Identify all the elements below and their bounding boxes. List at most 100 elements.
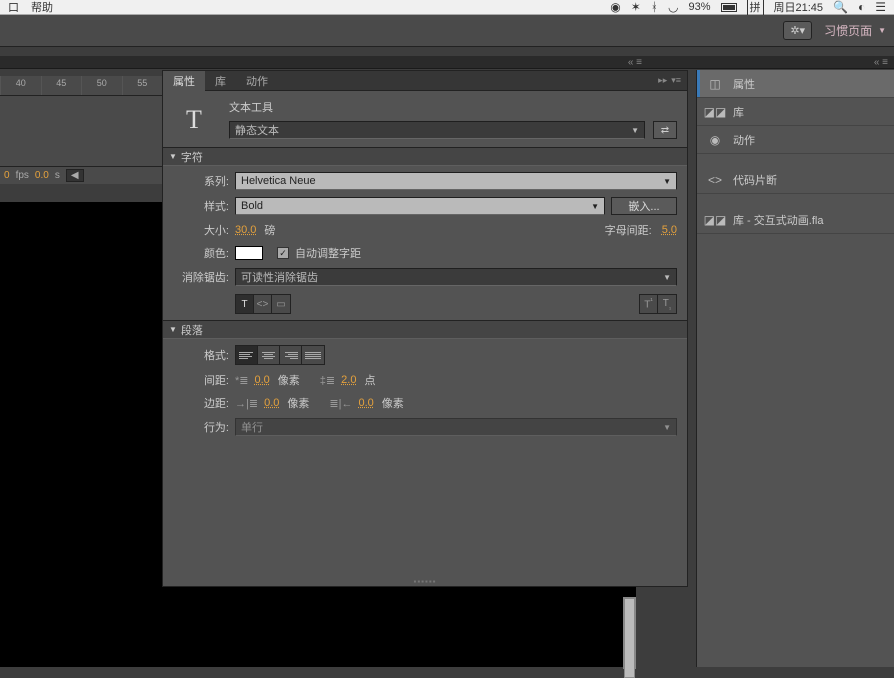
gear-button[interactable]: ✲▾ xyxy=(783,21,812,40)
margin-right-value[interactable]: 0.0 xyxy=(358,397,373,409)
color-swatch[interactable] xyxy=(235,246,263,260)
para-section-header[interactable]: ▼ 段落 xyxy=(163,320,687,339)
subscript-button[interactable]: T₁ xyxy=(658,295,676,313)
leading-value[interactable]: 2.0 xyxy=(341,374,356,386)
panel-tabs: 属性 库 动作 ▸▸ ▾≡ xyxy=(163,71,687,91)
border-toggle[interactable]: ▭ xyxy=(272,295,290,313)
time-value[interactable]: 0.0 xyxy=(35,170,49,181)
superscript-button[interactable]: T¹ xyxy=(640,295,658,313)
chevron-down-icon: ▼ xyxy=(591,202,599,211)
font-family-value: Helvetica Neue xyxy=(241,175,316,187)
chevron-down-icon: ▼ xyxy=(878,26,886,35)
behavior-dropdown[interactable]: 单行 ▼ xyxy=(235,418,677,436)
stage-scroll-thumb[interactable] xyxy=(624,598,635,678)
char-section-header[interactable]: ▼ 字符 xyxy=(163,147,687,166)
workspace-dropdown[interactable]: 习惯页面 ▼ xyxy=(824,22,886,39)
right-sidebar: ◫ 属性 ◪◪ 库 ◉ 动作 <> 代码片断 ◪◪ 库 - 交互式动画.fla xyxy=(696,70,894,667)
html-render-toggle[interactable]: <> xyxy=(254,295,272,313)
battery-icon[interactable] xyxy=(721,3,737,12)
tab-library[interactable]: 库 xyxy=(205,71,236,91)
margin-left-unit: 像素 xyxy=(287,395,309,411)
chevron-down-icon: ▼ xyxy=(663,273,671,282)
fps-value[interactable]: 0 xyxy=(4,170,10,181)
autokern-checkbox[interactable]: ✓ xyxy=(277,247,289,259)
indent-value[interactable]: 0.0 xyxy=(255,374,270,386)
align-center-button[interactable] xyxy=(258,346,280,364)
align-justify-button[interactable] xyxy=(302,346,324,364)
align-left-button[interactable] xyxy=(236,346,258,364)
antialias-label: 消除锯齿: xyxy=(173,269,229,285)
align-right-button[interactable] xyxy=(280,346,302,364)
sidebar-item-label: 代码片断 xyxy=(733,172,777,188)
cc-icon[interactable]: ◉ xyxy=(610,0,620,14)
siri-icon[interactable]: ◐ xyxy=(858,0,865,14)
timeline-flap[interactable]: « ≡ xyxy=(0,56,648,69)
sidebar-item-label: 属性 xyxy=(733,76,755,92)
superscript-icon: T¹ xyxy=(644,298,652,310)
behavior-value: 单行 xyxy=(241,419,263,435)
size-unit: 磅 xyxy=(264,222,275,238)
leading-icon: ‡≣ xyxy=(320,374,335,387)
tab-actions[interactable]: 动作 xyxy=(236,71,278,91)
notification-icon[interactable]: ☰ xyxy=(875,0,886,14)
ime-indicator[interactable]: 拼 xyxy=(747,0,764,16)
embed-button[interactable]: 嵌入... xyxy=(611,197,677,215)
timeline-panel: 40 45 50 55 0 fps 0.0 s ◀ xyxy=(0,76,162,184)
font-style-dropdown[interactable]: Bold ▼ xyxy=(235,197,605,215)
margin-right-unit: 像素 xyxy=(382,395,404,411)
text-selectable-icon: T xyxy=(241,299,247,310)
actions-icon: ◉ xyxy=(707,132,723,148)
font-size-value[interactable]: 30.0 xyxy=(235,224,256,236)
antialias-value: 可读性消除锯齿 xyxy=(241,269,318,285)
doc-library-icon: ◪◪ xyxy=(707,212,723,228)
chevron-down-icon: ▼ xyxy=(663,423,671,432)
panel-resize-grip[interactable]: ▪▪▪▪▪▪ xyxy=(405,579,445,584)
text-type-dropdown[interactable]: 静态文本 ▼ xyxy=(229,121,645,139)
margin-label: 边距: xyxy=(173,395,229,411)
window-menu[interactable]: 口 xyxy=(8,0,19,15)
ruler-mark: 45 xyxy=(41,76,82,95)
sidebar-item-code-snippets[interactable]: <> 代码片断 xyxy=(697,166,894,194)
selectable-toggle[interactable]: T xyxy=(236,295,254,313)
timeline-status: 0 fps 0.0 s ◀ xyxy=(0,166,162,184)
ruler-mark: 40 xyxy=(0,76,41,95)
margin-left-value[interactable]: 0.0 xyxy=(264,397,279,409)
tracking-value[interactable]: 5.0 xyxy=(662,224,677,236)
timeline-scroll-left[interactable]: ◀ xyxy=(66,169,84,182)
sidebar-item-label: 库 xyxy=(733,104,744,120)
code-snippets-icon: <> xyxy=(707,172,723,188)
text-direction-button[interactable]: ⇄ xyxy=(653,121,677,139)
sidebar-item-doc-library[interactable]: ◪◪ 库 - 交互式动画.fla xyxy=(697,206,894,234)
disclosure-triangle-icon: ▼ xyxy=(169,325,177,334)
timeline-ruler[interactable]: 40 45 50 55 xyxy=(0,76,162,96)
panel-expand-icon[interactable]: ▸▸ xyxy=(658,75,667,86)
clock[interactable]: 周日21:45 xyxy=(774,0,824,15)
antialias-dropdown[interactable]: 可读性消除锯齿 ▼ xyxy=(235,268,677,286)
sidebar-item-properties[interactable]: ◫ 属性 xyxy=(697,70,894,98)
timeline-body[interactable] xyxy=(0,96,162,166)
sidebar-item-library[interactable]: ◪◪ 库 xyxy=(697,98,894,126)
tool-title: 文本工具 xyxy=(229,99,677,115)
format-label: 格式: xyxy=(173,347,229,363)
workspace-label: 习惯页面 xyxy=(824,22,872,39)
chevron-down-icon: ▼ xyxy=(631,126,639,135)
wifi-icon[interactable]: ◡ xyxy=(668,0,678,14)
mac-menubar: 口 帮助 ◉ ✶ ᚼ ◡ 93% 拼 周日21:45 🔍 ◐ ☰ xyxy=(0,0,894,15)
font-family-dropdown[interactable]: Helvetica Neue ▼ xyxy=(235,172,677,190)
sidebar-item-label: 动作 xyxy=(733,132,755,148)
text-type-value: 静态文本 xyxy=(235,122,279,138)
ant-icon[interactable]: ✶ xyxy=(631,0,641,14)
family-label: 系列: xyxy=(173,173,229,189)
ruler-mark: 55 xyxy=(122,76,163,95)
tracking-label: 字母间距: xyxy=(605,222,652,238)
bluetooth-icon[interactable]: ᚼ xyxy=(651,0,658,14)
sidebar-item-actions[interactable]: ◉ 动作 xyxy=(697,126,894,154)
help-menu[interactable]: 帮助 xyxy=(31,0,53,15)
tab-properties[interactable]: 属性 xyxy=(163,71,205,91)
size-label: 大小: xyxy=(173,222,229,238)
stage-scrollbar[interactable] xyxy=(623,597,636,669)
text-tool-icon: T xyxy=(173,99,215,141)
spotlight-icon[interactable]: 🔍 xyxy=(833,0,848,14)
sidebar-flap[interactable]: « ≡ xyxy=(648,56,894,69)
panel-menu-icon[interactable]: ▾≡ xyxy=(671,75,681,86)
